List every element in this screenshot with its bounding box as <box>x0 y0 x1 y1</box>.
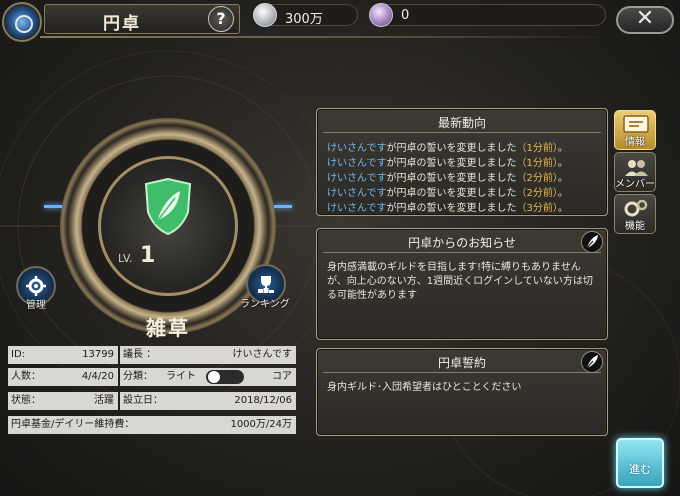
info-fund-row: 円卓基金/デイリー維持費： 1000万/24万 <box>8 416 296 434</box>
pledge-panel: 円卓誓約 身内ギルド･入団希望者はひとことください <box>316 348 608 436</box>
manage-label: 管理 <box>26 300 46 311</box>
top-bar: 円卓 ? 300万 0 ✕ <box>0 0 680 42</box>
guild-level: 1 <box>140 243 156 268</box>
news-item: けいさんですが円卓の誓いを変更しました（1分前）。 <box>327 158 568 169</box>
info-members-row: 人数： 4/4/20 <box>8 368 118 386</box>
news-item: けいさんですが円卓の誓いを変更しました（3分前）。 <box>327 203 568 214</box>
ranking-label: ランキング <box>240 299 290 310</box>
news-user[interactable]: けいさんです <box>327 188 387 199</box>
close-icon: ✕ <box>635 6 655 31</box>
page-title: 円卓 <box>103 14 141 34</box>
gem-amount: 0 <box>401 8 410 23</box>
category-core-label: コア <box>272 371 292 382</box>
proceed-button[interactable]: 進む <box>616 438 664 488</box>
news-item: けいさんですが円卓の誓いを変更しました（1分前）。 <box>327 143 568 154</box>
info-category-row: 分類： ライト コア <box>120 368 296 386</box>
pledge-title: 円卓誓約 <box>323 353 601 373</box>
help-button[interactable]: ? <box>208 6 234 32</box>
news-user[interactable]: けいさんです <box>327 173 387 184</box>
tab-info[interactable]: 情報 <box>614 110 656 150</box>
tab-functions[interactable]: 機能 <box>614 194 656 234</box>
feather-pen-icon <box>585 355 598 370</box>
notice-title: 円卓からのお知らせ <box>323 233 601 253</box>
top-divider <box>40 36 610 38</box>
status-value: 活躍 <box>94 395 114 406</box>
fund-value: 1000万/24万 <box>230 419 292 430</box>
notice-panel: 円卓からのお知らせ 身内感満載のギルドを目指します!特に縛りもありませんが、向上… <box>316 228 608 340</box>
silver-amount: 300万 <box>285 12 323 27</box>
news-panel[interactable]: 最新動向 けいさんですが円卓の誓いを変更しました（1分前）。 けいさんですが円卓… <box>316 108 608 216</box>
emblem-glow-left <box>44 205 62 208</box>
tab-members[interactable]: メンバー <box>614 152 656 192</box>
info-leader-row: 議長 ： けいさんです <box>120 346 296 364</box>
edit-pledge-button[interactable] <box>581 351 603 373</box>
news-item: けいさんですが円卓の誓いを変更しました（2分前）。 <box>327 173 568 184</box>
info-id-row: ID: 13799 <box>8 346 118 364</box>
leader-label: 議長 ： <box>123 349 157 360</box>
gear-icon <box>26 276 46 296</box>
tab-members-label: メンバー <box>615 179 655 190</box>
guild-name: 雑草 <box>146 316 190 340</box>
news-item: けいさんですが円卓の誓いを変更しました（2分前）。 <box>327 188 568 199</box>
members-label: 人数： <box>11 371 41 382</box>
toggle-track <box>206 370 244 384</box>
id-label: ID: <box>11 349 26 360</box>
category-label: 分類： <box>123 371 153 382</box>
news-user[interactable]: けいさんです <box>327 203 387 214</box>
news-user[interactable]: けいさんです <box>327 143 387 154</box>
feather-pen-icon <box>585 235 598 250</box>
close-button[interactable]: ✕ <box>616 6 674 34</box>
info-status-row: 状態： 活躍 <box>8 392 118 410</box>
gem-icon <box>369 3 393 27</box>
notice-body: 身内感満載のギルドを目指します!特に縛りもありませんが、向上心のない方、1週間近… <box>327 262 593 301</box>
level-prefix: LV. <box>118 252 133 265</box>
leader-value: けいさんです <box>232 349 293 360</box>
founded-label: 設立日： <box>123 395 163 406</box>
tab-info-label: 情報 <box>625 137 645 148</box>
category-light-label: ライト <box>166 371 196 382</box>
id-value: 13799 <box>82 349 114 360</box>
news-title: 最新動向 <box>323 113 601 133</box>
news-user[interactable]: けいさんです <box>327 158 387 169</box>
proceed-label: 進む <box>629 463 651 476</box>
silver-currency: 300万 <box>253 3 358 27</box>
info-founded-row: 設立日： 2018/12/06 <box>120 392 296 410</box>
pledge-body: 身内ギルド･入団希望者はひとことください <box>327 382 522 393</box>
emblem-glow-right <box>274 205 292 208</box>
trophy-icon <box>258 276 274 293</box>
silver-coin-icon <box>253 3 277 27</box>
category-toggle[interactable] <box>206 368 246 386</box>
status-label: 状態： <box>11 395 41 406</box>
edit-notice-button[interactable] <box>581 231 603 253</box>
founded-value: 2018/12/06 <box>234 395 292 406</box>
home-button[interactable] <box>2 2 42 42</box>
leaf-shield-icon <box>144 178 192 236</box>
gem-currency: 0 <box>369 3 606 27</box>
tab-functions-label: 機能 <box>625 221 645 232</box>
members-value: 4/4/20 <box>81 371 114 382</box>
fund-label: 円卓基金/デイリー維持費： <box>11 419 135 430</box>
